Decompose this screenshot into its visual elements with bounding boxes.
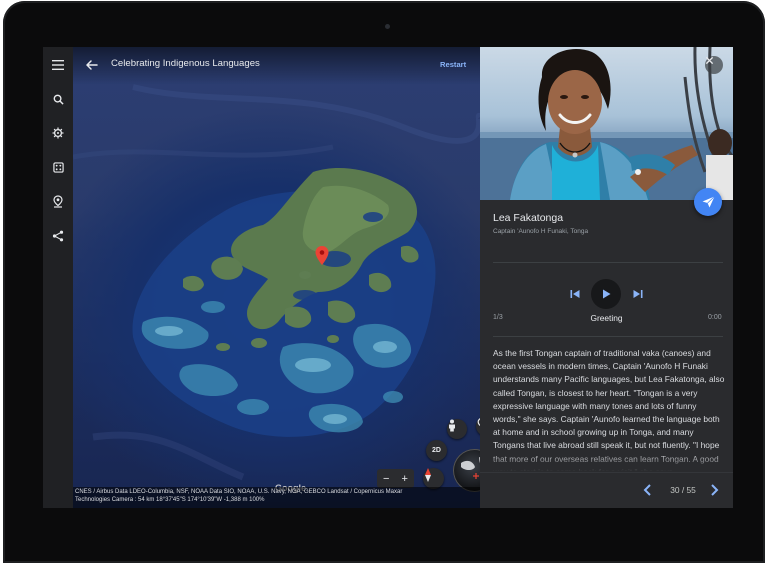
minimap-globe[interactable] <box>453 449 480 492</box>
earth-screen: Celebrating Indigenous Languages Restart… <box>43 47 733 508</box>
menu-icon[interactable] <box>48 55 68 75</box>
divider <box>493 262 723 263</box>
story-photo <box>480 47 733 200</box>
story-title: Celebrating Indigenous Languages <box>111 58 260 69</box>
chevron-left-icon[interactable] <box>640 482 656 498</box>
satellite-map[interactable]: Celebrating Indigenous Languages Restart… <box>73 47 480 508</box>
description-fade <box>493 452 725 472</box>
person-name: Lea Fakatonga <box>493 212 564 224</box>
chevron-right-icon[interactable] <box>706 482 722 498</box>
restart-button[interactable]: Restart <box>440 60 466 69</box>
zoom-out-button[interactable]: − <box>383 473 389 485</box>
zoom-in-button[interactable]: + <box>402 473 408 485</box>
captain-portrait <box>480 47 733 200</box>
back-arrow-icon[interactable] <box>83 56 101 74</box>
view-2d-button[interactable]: 2D <box>426 440 447 461</box>
share-icon[interactable] <box>48 226 68 246</box>
projects-icon[interactable] <box>48 191 68 211</box>
compass-icon[interactable] <box>423 468 444 489</box>
page-counter: 30 / 55 <box>670 485 696 495</box>
attribution-line-1: CNES / Airbus Data LDEO-Columbia, NSF, N… <box>75 489 403 495</box>
play-button[interactable] <box>591 279 621 309</box>
divider <box>493 336 723 337</box>
skip-previous-icon[interactable] <box>568 287 582 301</box>
audio-player: 1/3 Greeting 0:00 <box>480 272 733 332</box>
send-share-button[interactable] <box>694 188 722 216</box>
map-attribution: CNES / Airbus Data LDEO-Columbia, NSF, N… <box>73 487 480 508</box>
story-panel: Lea Fakatonga Captain 'Aunofo H Funaki, … <box>480 47 733 508</box>
close-icon[interactable] <box>705 56 723 74</box>
zoom-control[interactable]: − + <box>377 469 414 488</box>
track-duration: 0:00 <box>708 314 722 321</box>
tablet-frame: Celebrating Indigenous Languages Restart… <box>3 1 765 563</box>
track-name: Greeting <box>590 313 623 323</box>
island-imagery <box>73 84 480 481</box>
left-rail <box>43 47 73 508</box>
pegman-icon[interactable] <box>447 419 467 439</box>
person-subtitle: Captain 'Aunofo H Funaki, Tonga <box>493 228 589 235</box>
search-icon[interactable] <box>48 89 68 109</box>
attribution-line-2: Technologies Camera : 54 km 18°37'45"S 1… <box>75 497 265 503</box>
play-icon <box>603 289 611 299</box>
send-icon <box>702 196 715 208</box>
dice-icon[interactable] <box>48 157 68 177</box>
location-pin-icon[interactable] <box>315 246 329 266</box>
skip-next-icon[interactable] <box>631 287 645 301</box>
front-camera <box>385 24 390 29</box>
story-pager: 30 / 55 <box>480 472 733 508</box>
voyager-icon[interactable] <box>48 123 68 143</box>
